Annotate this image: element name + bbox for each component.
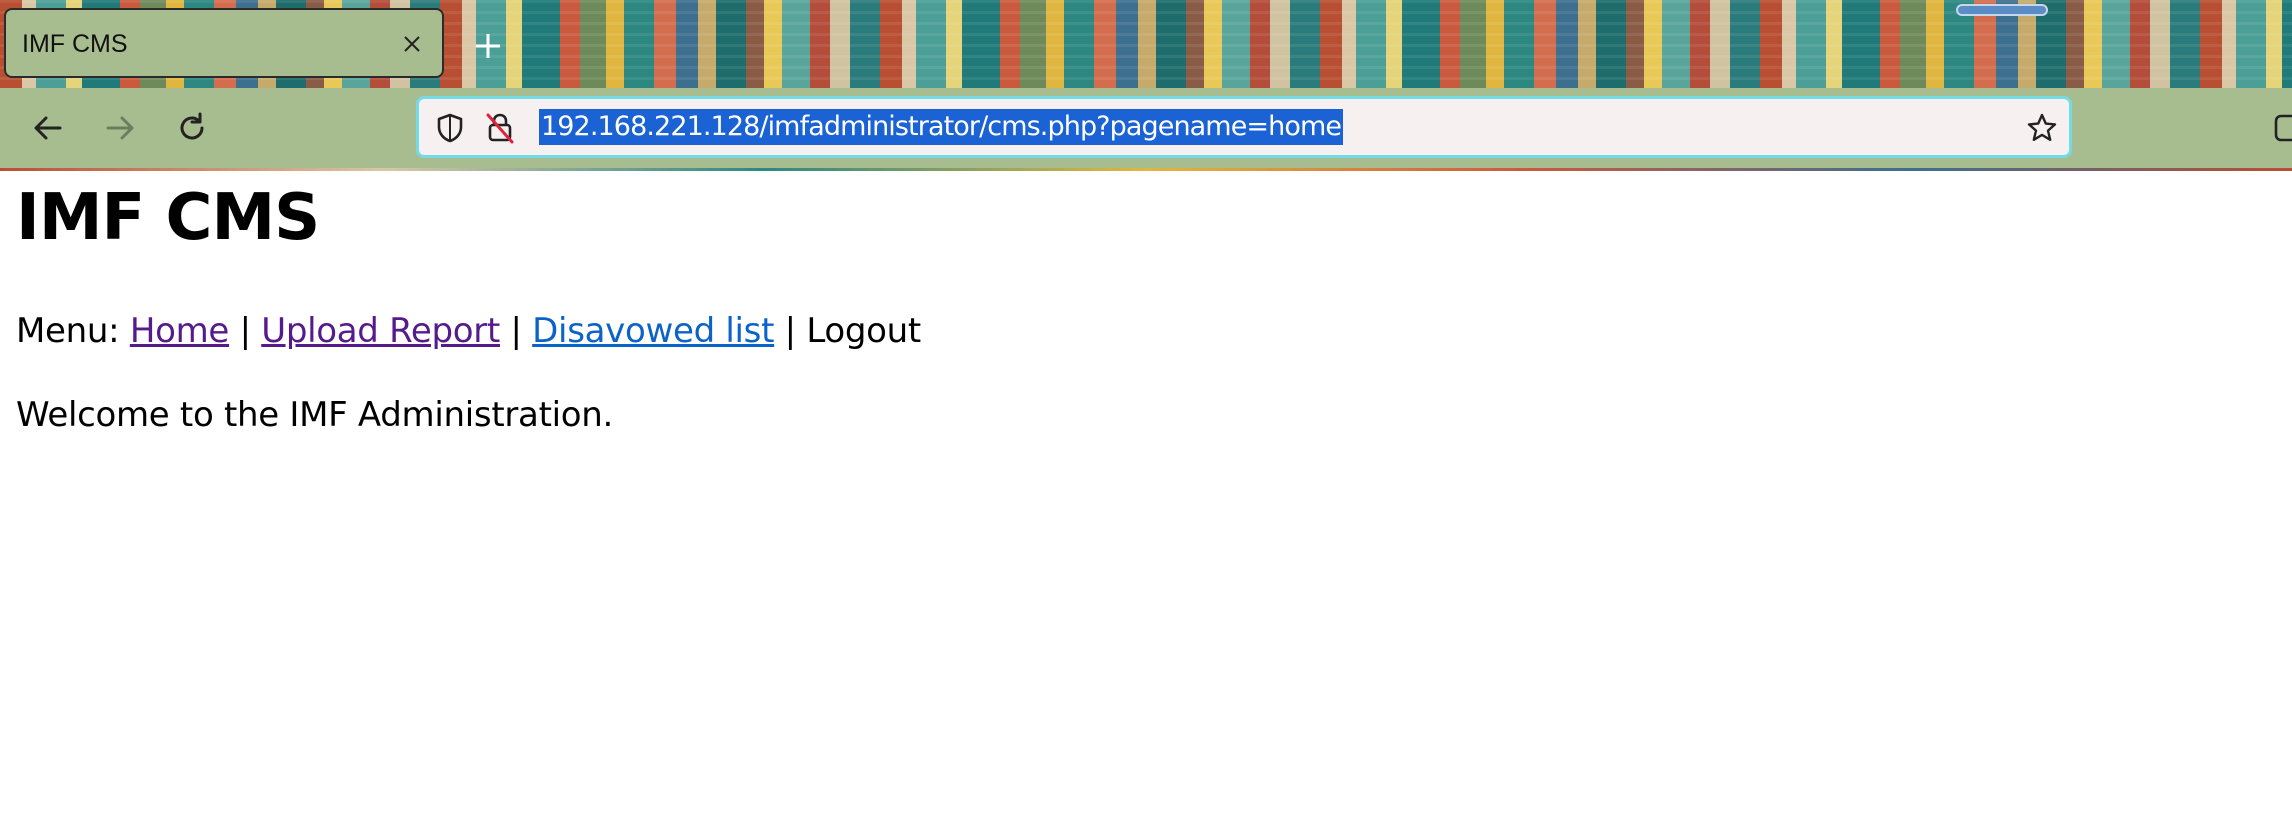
shield-icon[interactable] [433,111,467,145]
arrow-left-icon[interactable] [24,104,72,152]
page-title: IMF CMS [16,181,320,255]
plus-icon[interactable] [468,26,508,66]
reload-icon[interactable] [168,104,216,152]
menu-prefix: Menu: [16,311,120,351]
url-text[interactable]: 192.168.221.128/imfadministrator/cms.php… [539,109,1344,145]
insecure-lock-icon[interactable] [483,111,517,145]
browser-toolbar: 192.168.221.128/imfadministrator/cms.php… [0,88,2292,168]
window-control[interactable] [1956,4,2048,16]
menu-link-home[interactable]: Home [130,311,230,351]
welcome-message: Welcome to the IMF Administration. [16,395,614,435]
arrow-right-icon[interactable] [96,104,144,152]
menu-item-logout: Logout [806,311,921,351]
tab-title: IMF CMS [22,30,128,58]
menu-separator: | [239,311,251,351]
star-icon[interactable] [2025,111,2059,145]
menu-link-disavowed-list[interactable]: Disavowed list [532,311,774,351]
address-bar[interactable]: 192.168.221.128/imfadministrator/cms.php… [416,96,2072,158]
menu-separator: | [784,311,796,351]
browser-tab[interactable]: IMF CMS [4,8,444,78]
browser-titlebar: IMF CMS [0,0,2292,88]
menu-bar: Menu: Home | Upload Report | Disavowed l… [16,311,921,351]
extension-icon[interactable] [2270,104,2292,152]
page-content: IMF CMS Menu: Home | Upload Report | Dis… [16,171,2276,816]
menu-separator: | [510,311,522,351]
menu-link-upload-report[interactable]: Upload Report [261,311,500,351]
close-icon[interactable] [396,28,428,60]
